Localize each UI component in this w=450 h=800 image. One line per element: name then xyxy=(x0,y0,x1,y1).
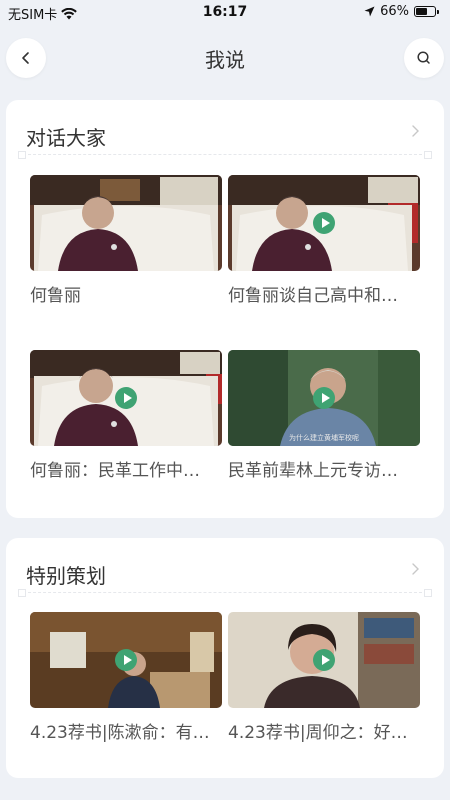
battery-percent: 66% xyxy=(380,4,409,19)
video-title: 何鲁丽谈自己高中和… xyxy=(228,286,398,306)
video-thumbnail[interactable] xyxy=(228,612,420,708)
location-arrow-icon xyxy=(364,6,375,17)
search-icon xyxy=(417,51,430,64)
battery-level xyxy=(416,8,427,15)
video-title: 何鲁丽：民革工作中… xyxy=(30,461,200,481)
battery-icon xyxy=(414,6,439,17)
section-card-dialogue: 对话大家 何鲁丽 何鲁丽谈自己高中和… 何鲁丽：民革工作中… 为什么建立黄埔军校… xyxy=(6,100,444,518)
chevron-right-icon[interactable] xyxy=(410,562,420,576)
status-right: 66% xyxy=(364,4,439,19)
video-title: 4.23荐书|周仰之：好… xyxy=(228,723,408,743)
video-thumbnail[interactable]: 为什么建立黄埔军校呢 xyxy=(228,350,420,446)
video-item[interactable]: 何鲁丽 xyxy=(30,175,222,306)
navigation-bar: 我说 xyxy=(0,34,450,80)
video-subtitle: 为什么建立黄埔军校呢 xyxy=(289,434,359,442)
video-title: 民革前辈林上元专访… xyxy=(228,461,398,481)
play-icon xyxy=(115,649,137,671)
video-item[interactable]: 何鲁丽：民革工作中… xyxy=(30,350,222,481)
video-title: 4.23荐书|陈漱俞：有… xyxy=(30,723,210,743)
section-divider xyxy=(18,151,432,159)
play-icon xyxy=(313,212,335,234)
video-item[interactable]: 为什么建立黄埔军校呢 民革前辈林上元专访… xyxy=(228,350,420,481)
search-button[interactable] xyxy=(404,38,444,78)
video-thumbnail[interactable] xyxy=(30,612,222,708)
video-item[interactable]: 4.23荐书|周仰之：好… xyxy=(228,612,420,743)
section-card-special: 特别策划 4.23荐书|陈漱俞：有… 4.23荐书|周仰之：好… xyxy=(6,538,444,778)
play-icon xyxy=(115,387,137,409)
video-thumbnail[interactable] xyxy=(228,175,420,271)
video-title: 何鲁丽 xyxy=(30,286,81,306)
section-title: 对话大家 xyxy=(26,126,106,150)
page-title: 我说 xyxy=(205,48,245,72)
status-bar: 无SIM卡 16:17 66% xyxy=(0,0,450,24)
play-icon xyxy=(313,387,335,409)
video-thumbnail[interactable] xyxy=(30,350,222,446)
chevron-right-icon[interactable] xyxy=(410,124,420,138)
video-item[interactable]: 何鲁丽谈自己高中和… xyxy=(228,175,420,306)
section-title: 特别策划 xyxy=(26,564,106,588)
section-divider xyxy=(18,589,432,597)
video-item[interactable]: 4.23荐书|陈漱俞：有… xyxy=(30,612,222,743)
video-thumbnail[interactable] xyxy=(30,175,222,271)
play-icon xyxy=(313,649,335,671)
